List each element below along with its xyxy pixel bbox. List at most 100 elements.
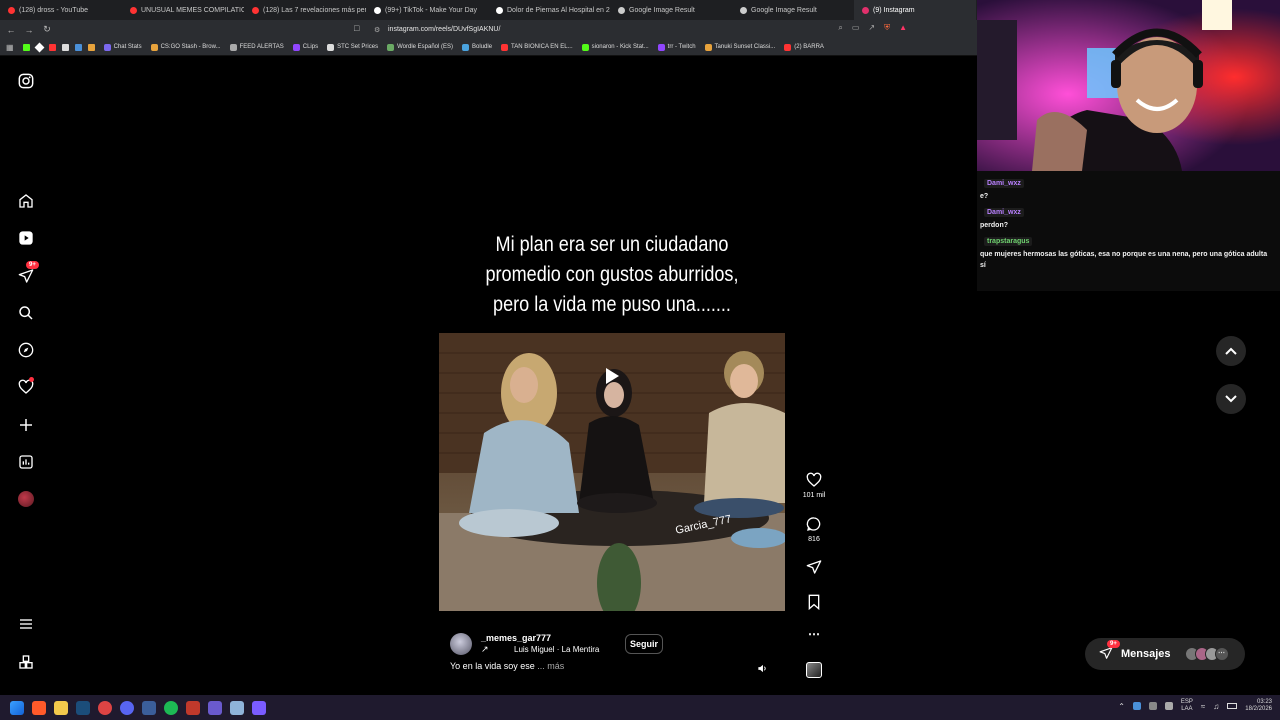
steam-icon[interactable] bbox=[76, 700, 90, 715]
tray-chevron-icon[interactable]: ⌃ bbox=[1118, 702, 1125, 711]
chat-username: trapstaragus bbox=[984, 237, 1033, 246]
mute-icon[interactable] bbox=[757, 661, 768, 679]
create-icon[interactable] bbox=[16, 415, 36, 435]
previous-reel-button[interactable] bbox=[1216, 336, 1246, 366]
volume-icon[interactable]: ♫ bbox=[1213, 702, 1219, 711]
author-avatar[interactable] bbox=[450, 633, 472, 655]
tray-app-icon[interactable] bbox=[1164, 702, 1173, 710]
file-explorer-icon[interactable] bbox=[54, 700, 68, 715]
forward-icon[interactable]: → bbox=[22, 25, 36, 35]
browser-tab[interactable]: Google Image Result bbox=[732, 0, 854, 20]
search-icon[interactable] bbox=[16, 303, 36, 323]
instagram-logo-icon[interactable] bbox=[16, 71, 36, 91]
next-reel-button[interactable] bbox=[1216, 384, 1246, 414]
tray-app-icon[interactable] bbox=[1132, 702, 1141, 710]
bookmark-item[interactable]: Boludle bbox=[462, 43, 492, 51]
bookmark-icon bbox=[327, 43, 335, 51]
reel-info: _memes_gar777 ↗ Luis Miguel · La Mentira… bbox=[439, 623, 785, 682]
reel-caption-text: Mi plan era ser un ciudadano promedio co… bbox=[463, 230, 761, 320]
bookmark-item[interactable]: Wordle Español (ES) bbox=[387, 43, 453, 51]
tray-app-icon[interactable] bbox=[1148, 702, 1157, 710]
more-options-icon[interactable]: ⋯ bbox=[800, 627, 828, 641]
browser-tab[interactable]: UNUSUAL MEMES COMPILATION V3 bbox=[122, 0, 244, 20]
brave-icon[interactable] bbox=[32, 700, 46, 715]
more-avatars-icon: ⋯ bbox=[1214, 647, 1229, 661]
audio-thumbnail[interactable] bbox=[800, 662, 828, 680]
browser-tab[interactable]: (128) Las 7 revelaciones más perturb bbox=[244, 0, 366, 20]
follow-button[interactable]: Seguir bbox=[625, 634, 664, 654]
comment-count: 816 bbox=[808, 536, 820, 543]
browser-tab[interactable]: (99+) TikTok - Make Your Day bbox=[366, 0, 488, 20]
audio-track[interactable]: Luis Miguel · La Mentira bbox=[514, 645, 599, 654]
app-icon[interactable] bbox=[186, 700, 200, 715]
a-bookmark-icon[interactable] bbox=[61, 43, 69, 51]
explore-icon[interactable] bbox=[16, 340, 36, 360]
play-icon[interactable] bbox=[604, 367, 620, 390]
system-tray: ⌃ ESP LAA ≈ ♫ 03:23 18/2/2026 bbox=[1118, 699, 1272, 713]
screenshot-icon[interactable]: ▭ bbox=[852, 23, 860, 33]
tab-favicon-icon bbox=[862, 6, 869, 14]
diamond-icon[interactable] bbox=[34, 42, 45, 52]
bookmark-page-icon[interactable]: □ bbox=[354, 23, 359, 33]
more-link[interactable]: ... más bbox=[537, 661, 564, 671]
wifi-icon[interactable]: ≈ bbox=[1201, 702, 1205, 711]
share-reel-icon[interactable] bbox=[800, 559, 828, 577]
bookmark-item[interactable]: sionaron - Kick Stat... bbox=[581, 43, 649, 51]
reel-player[interactable]: Mi plan era ser un ciudadano promedio co… bbox=[439, 67, 785, 682]
start-icon[interactable] bbox=[10, 700, 24, 715]
browser-tab[interactable]: (128) dross - YouTube bbox=[0, 0, 122, 20]
dashboard-icon[interactable] bbox=[16, 452, 36, 472]
kick-icon[interactable] bbox=[22, 43, 30, 51]
spotify-icon[interactable] bbox=[164, 700, 178, 715]
chrome-icon[interactable] bbox=[98, 700, 112, 715]
comment-icon[interactable] bbox=[800, 516, 828, 534]
site-info-icon[interactable]: ⚙ bbox=[374, 26, 380, 34]
bookmark-item[interactable]: CLips bbox=[292, 43, 318, 51]
save-icon[interactable] bbox=[800, 594, 828, 612]
clock[interactable]: 03:23 18/2/2026 bbox=[1245, 699, 1272, 713]
browser-tab[interactable]: Dolor de Piernas Al Hospital en 2023 bbox=[488, 0, 610, 20]
home-icon[interactable] bbox=[16, 191, 36, 211]
language-indicator[interactable]: ESP LAA bbox=[1181, 699, 1193, 713]
author-username[interactable]: _memes_gar777 bbox=[481, 633, 551, 643]
bookmark-item[interactable]: (2) BARRA bbox=[784, 43, 824, 51]
browser-tab[interactable]: (9) Instagram bbox=[854, 0, 976, 20]
bookmark-item[interactable]: CS:GO Stash - Brow... bbox=[150, 43, 221, 51]
bookmark-item[interactable]: trr - Twitch bbox=[657, 43, 696, 51]
share-icon[interactable]: ↗ bbox=[868, 23, 875, 33]
instagram-page: 9+ Mi plan era ser un ciudadano promedio… bbox=[0, 57, 1246, 695]
back-icon[interactable]: ← bbox=[4, 25, 18, 35]
app-icon[interactable] bbox=[208, 700, 222, 715]
discord-icon[interactable] bbox=[120, 700, 134, 715]
app-icon[interactable] bbox=[142, 700, 156, 715]
brave-rewards-icon[interactable]: ▲ bbox=[899, 23, 907, 33]
bookmark-item[interactable]: TAN BIONICA EN EL... bbox=[501, 43, 573, 51]
battery-icon[interactable] bbox=[1227, 703, 1238, 709]
youtube-bookmark-icon[interactable] bbox=[48, 43, 56, 51]
reels-icon[interactable] bbox=[16, 228, 36, 248]
messages-button[interactable]: 9+ Mensajes ⋯ bbox=[1085, 638, 1245, 670]
bookmark-item[interactable]: STC Set Prices bbox=[327, 43, 378, 51]
reel-video-frame[interactable]: Garcia_777 bbox=[439, 333, 785, 611]
more-menu-icon[interactable] bbox=[16, 614, 36, 634]
notifications-heart-icon[interactable] bbox=[16, 377, 36, 397]
profile-avatar[interactable] bbox=[16, 489, 36, 509]
bookmark-item[interactable]: Tanuki Sunset Classi... bbox=[704, 43, 775, 51]
also-from-meta-icon[interactable] bbox=[16, 652, 36, 672]
direct-messages-icon[interactable]: 9+ bbox=[16, 261, 39, 286]
orange-bookmark-icon[interactable] bbox=[87, 43, 95, 51]
bookmark-item[interactable]: FEED ALERTAS bbox=[229, 43, 284, 51]
like-icon[interactable] bbox=[800, 472, 828, 490]
app-icon[interactable] bbox=[252, 700, 266, 715]
bookmark-label: FEED ALERTAS bbox=[239, 44, 284, 50]
caption-line: Mi plan era ser un ciudadano bbox=[495, 233, 729, 256]
browser-tab[interactable]: Google Image Result bbox=[610, 0, 732, 20]
url-field[interactable]: ⚙ instagram.com/reels/DUvfSgIAKNU/ bbox=[368, 23, 818, 36]
zoom-icon[interactable]: ⌕ bbox=[838, 23, 842, 33]
bookmark-item[interactable]: Chat Stats bbox=[103, 43, 142, 51]
blue-bookmark-icon[interactable] bbox=[74, 43, 82, 51]
brave-shield-icon[interactable]: ⛨ bbox=[884, 23, 890, 33]
app-icon[interactable] bbox=[230, 700, 244, 715]
reload-icon[interactable]: ↻ bbox=[40, 24, 54, 35]
apps-grid-icon[interactable]: ▦ bbox=[6, 43, 14, 52]
